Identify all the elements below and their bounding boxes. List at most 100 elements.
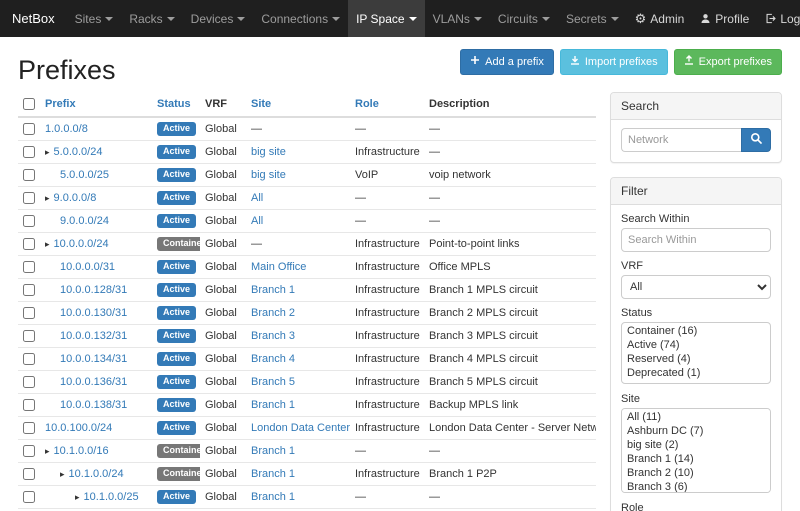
expand-icon[interactable]: ▸ xyxy=(45,147,50,157)
prefix-link[interactable]: 10.0.0.138/31 xyxy=(60,399,127,411)
prefix-link[interactable]: 9.0.0.0/24 xyxy=(60,215,109,227)
expand-icon[interactable]: ▸ xyxy=(45,193,50,203)
site-link[interactable]: Branch 1 xyxy=(251,284,295,296)
site-link[interactable]: Branch 1 xyxy=(251,445,295,457)
site-link[interactable]: Branch 1 xyxy=(251,399,295,411)
site-link[interactable]: Main Office xyxy=(251,261,306,273)
prefix-link[interactable]: 10.0.0.132/31 xyxy=(60,330,127,342)
prefix-link[interactable]: 10.0.0.0/24 xyxy=(54,238,109,250)
select-all-checkbox[interactable] xyxy=(23,98,35,110)
app-brand[interactable]: NetBox xyxy=(0,0,67,37)
site-link[interactable]: All xyxy=(251,215,263,227)
column-header-site[interactable]: Site xyxy=(246,92,350,117)
row-checkbox[interactable] xyxy=(23,422,35,434)
status-cell: Container xyxy=(152,440,200,463)
row-checkbox[interactable] xyxy=(23,146,35,158)
site-link[interactable]: big site xyxy=(251,146,286,158)
nav-item-label: Sites xyxy=(75,12,102,26)
prefix-link[interactable]: 10.0.100.0/24 xyxy=(45,422,112,434)
row-checkbox[interactable] xyxy=(23,169,35,181)
export-prefixes-button[interactable]: Export prefixes xyxy=(674,49,782,75)
prefix-link[interactable]: 10.0.0.136/31 xyxy=(60,376,127,388)
column-header-status[interactable]: Status xyxy=(152,92,200,117)
row-checkbox[interactable] xyxy=(23,330,35,342)
prefix-link[interactable]: 10.0.0.134/31 xyxy=(60,353,127,365)
site-link[interactable]: Branch 5 xyxy=(251,376,295,388)
filter-option[interactable]: Deprecated (1) xyxy=(623,366,769,380)
row-checkbox[interactable] xyxy=(23,238,35,250)
prefix-link[interactable]: 10.1.0.0/24 xyxy=(69,468,124,480)
description-cell: — xyxy=(424,440,596,463)
filter-option[interactable]: Branch 3 (6) xyxy=(623,480,769,493)
filter-option[interactable]: Container (16) xyxy=(623,324,769,338)
admin-link[interactable]: ⚙ Admin xyxy=(627,0,693,37)
prefix-link[interactable]: 5.0.0.0/24 xyxy=(54,146,103,158)
row-checkbox[interactable] xyxy=(23,123,35,135)
row-checkbox[interactable] xyxy=(23,284,35,296)
prefix-link[interactable]: 10.1.0.0/25 xyxy=(84,491,139,503)
expand-icon[interactable]: ▸ xyxy=(60,469,65,479)
site-link[interactable]: Branch 2 xyxy=(251,307,295,319)
filter-option[interactable]: Branch 2 (10) xyxy=(623,466,769,480)
row-checkbox-cell xyxy=(18,325,40,348)
expand-icon[interactable]: ▸ xyxy=(75,492,80,502)
site-link[interactable]: Branch 1 xyxy=(251,468,295,480)
site-link[interactable]: London Data Center xyxy=(251,422,350,434)
row-checkbox[interactable] xyxy=(23,376,35,388)
search-within-input[interactable] xyxy=(621,228,771,252)
expand-icon[interactable]: ▸ xyxy=(45,239,50,249)
row-checkbox[interactable] xyxy=(23,215,35,227)
site-link[interactable]: big site xyxy=(251,169,286,181)
prefix-link[interactable]: 10.0.0.130/31 xyxy=(60,307,127,319)
site-link[interactable]: Branch 4 xyxy=(251,353,295,365)
filter-option[interactable]: Branch 1 (14) xyxy=(623,452,769,466)
prefix-link[interactable]: 10.0.0.128/31 xyxy=(60,284,127,296)
nav-item-ip-space[interactable]: IP Space xyxy=(348,0,424,37)
row-checkbox-cell xyxy=(18,117,40,141)
import-prefixes-button[interactable]: Import prefixes xyxy=(560,49,668,75)
nav-item-racks[interactable]: Racks xyxy=(121,0,182,37)
expand-icon[interactable]: ▸ xyxy=(45,446,50,456)
nav-item-sites[interactable]: Sites xyxy=(67,0,122,37)
prefix-link[interactable]: 1.0.0.0/8 xyxy=(45,123,88,135)
search-input[interactable] xyxy=(621,128,741,152)
filter-option[interactable]: Active (74) xyxy=(623,338,769,352)
status-cell: Active xyxy=(152,302,200,325)
add-prefix-button[interactable]: Add a prefix xyxy=(460,49,554,75)
row-checkbox[interactable] xyxy=(23,261,35,273)
site-link[interactable]: Branch 3 xyxy=(251,330,295,342)
vrf-select[interactable]: All xyxy=(621,275,771,299)
prefix-link[interactable]: 5.0.0.0/25 xyxy=(60,169,109,181)
site-cell: Main Office xyxy=(246,256,350,279)
site-link[interactable]: All xyxy=(251,192,263,204)
column-header-role[interactable]: Role xyxy=(350,92,424,117)
profile-link[interactable]: Profile xyxy=(692,0,757,37)
nav-item-devices[interactable]: Devices xyxy=(183,0,254,37)
nav-item-secrets[interactable]: Secrets xyxy=(558,0,627,37)
row-checkbox[interactable] xyxy=(23,399,35,411)
nav-item-vlans[interactable]: VLANs xyxy=(425,0,490,37)
status-filter-select[interactable]: Container (16)Active (74)Reserved (4)Dep… xyxy=(621,322,771,384)
prefix-link[interactable]: 9.0.0.0/8 xyxy=(54,192,97,204)
row-checkbox[interactable] xyxy=(23,192,35,204)
filter-option[interactable]: Ashburn DC (7) xyxy=(623,424,769,438)
row-checkbox[interactable] xyxy=(23,307,35,319)
logout-link[interactable]: Log out xyxy=(757,0,800,37)
prefix-link[interactable]: 10.0.0.0/31 xyxy=(60,261,115,273)
prefix-link[interactable]: 10.1.0.0/16 xyxy=(54,445,109,457)
search-button[interactable] xyxy=(741,128,771,152)
row-checkbox[interactable] xyxy=(23,445,35,457)
site-link[interactable]: Branch 1 xyxy=(251,491,295,503)
status-cell: Active xyxy=(152,164,200,187)
nav-item-connections[interactable]: Connections xyxy=(253,0,348,37)
filter-option[interactable]: All (11) xyxy=(623,410,769,424)
column-header-prefix[interactable]: Prefix xyxy=(40,92,152,117)
row-checkbox[interactable] xyxy=(23,491,35,503)
filter-option[interactable]: big site (2) xyxy=(623,438,769,452)
site-filter-select[interactable]: All (11)Ashburn DC (7)big site (2)Branch… xyxy=(621,408,771,493)
nav-item-circuits[interactable]: Circuits xyxy=(490,0,558,37)
filter-option[interactable]: Reserved (4) xyxy=(623,352,769,366)
row-checkbox[interactable] xyxy=(23,353,35,365)
status-cell: Active xyxy=(152,279,200,302)
row-checkbox[interactable] xyxy=(23,468,35,480)
